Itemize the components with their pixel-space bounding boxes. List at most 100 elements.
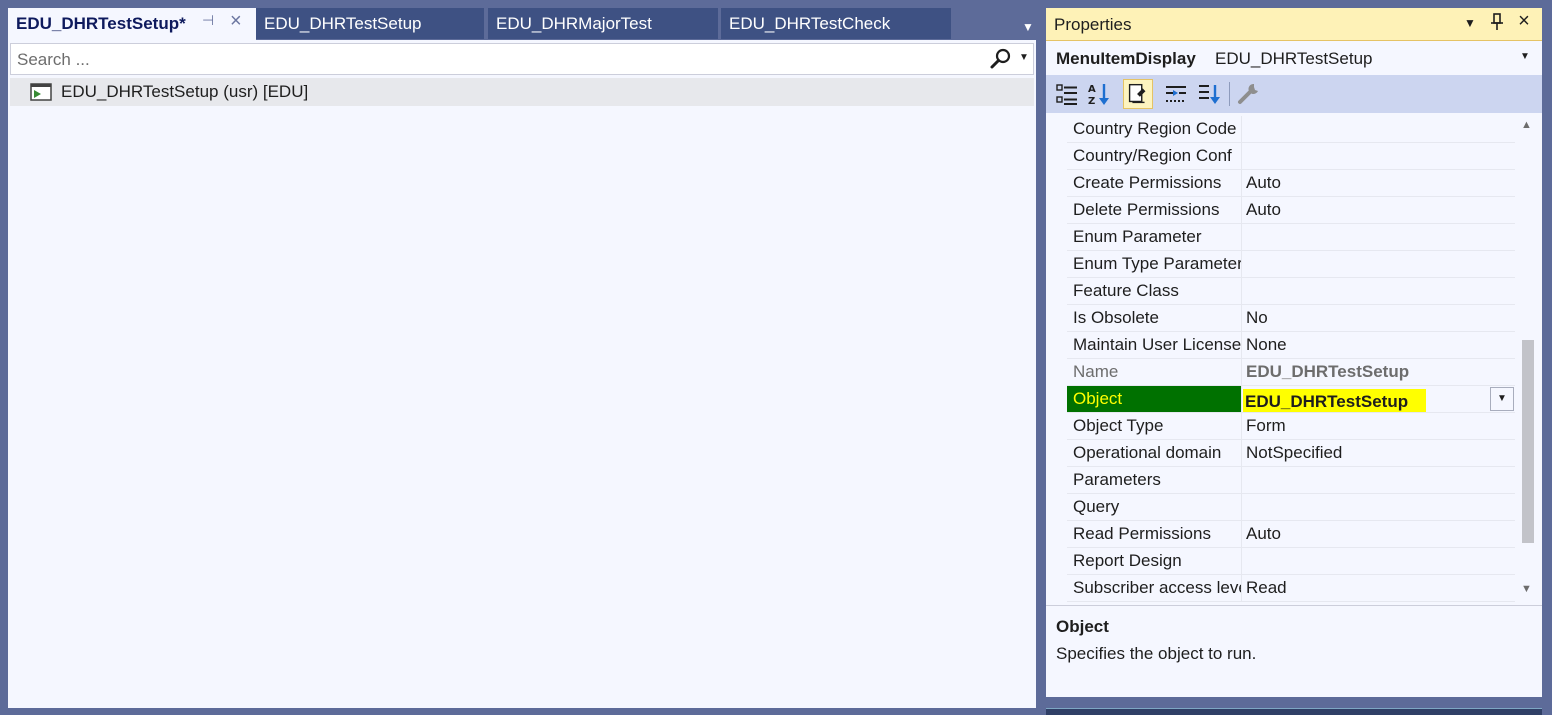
property-row[interactable]: Report Design — [1067, 548, 1515, 575]
property-name: Enum Type Parameter — [1067, 251, 1242, 277]
property-row[interactable]: Enum Parameter — [1067, 224, 1515, 251]
scroll-down-icon[interactable]: ▼ — [1521, 583, 1532, 595]
property-row[interactable]: Create Permissions Auto — [1067, 170, 1515, 197]
property-value[interactable] — [1243, 143, 1515, 169]
property-value[interactable] — [1243, 467, 1515, 493]
object-selector[interactable]: MenuItemDisplay EDU_DHRTestSetup ▼ — [1046, 41, 1542, 75]
property-row[interactable]: Delete Permissions Auto — [1067, 197, 1515, 224]
tab-label: EDU_DHRTestSetup — [264, 14, 422, 33]
property-name: Feature Class — [1067, 278, 1242, 304]
property-row[interactable]: Country/Region Conf — [1067, 143, 1515, 170]
property-name: Object Type — [1067, 413, 1242, 439]
property-row[interactable]: Maintain User License None — [1067, 332, 1515, 359]
search-options-dropdown-icon[interactable]: ▼ — [1019, 52, 1031, 66]
property-value[interactable] — [1243, 278, 1515, 304]
property-row[interactable]: Object Type Form — [1067, 413, 1515, 440]
property-value[interactable]: Auto — [1243, 197, 1515, 223]
pin-icon[interactable] — [1487, 13, 1507, 35]
chevron-down-icon: ▼ — [1497, 393, 1507, 404]
categorized-icon[interactable] — [1052, 79, 1082, 109]
svg-text:A: A — [1088, 84, 1096, 95]
close-icon[interactable]: × — [1514, 10, 1534, 32]
scroll-up-icon[interactable]: ▲ — [1521, 119, 1532, 131]
property-name: Delete Permissions — [1067, 197, 1242, 223]
property-name: Is Obsolete — [1067, 305, 1242, 331]
tab-edu-dhrmajortest[interactable]: EDU_DHRMajorTest — [488, 8, 718, 39]
property-grid: Country Region Code Country/Region Conf … — [1046, 113, 1542, 605]
property-row-object-selected[interactable]: Object EDU_DHRTestSetup ▼ — [1067, 386, 1515, 413]
property-name: Subscriber access level — [1067, 575, 1242, 601]
property-value[interactable] — [1243, 494, 1515, 520]
property-value: EDU_DHRTestSetup — [1246, 362, 1410, 381]
property-value[interactable]: EDU_DHRTestSetup — [1243, 386, 1515, 412]
element-tree: EDU_DHRTestSetup (usr) [EDU] — [10, 78, 1034, 106]
pin-icon[interactable]: ⊣ — [202, 12, 214, 29]
property-row[interactable]: Is Obsolete No — [1067, 305, 1515, 332]
property-grid-rows: Country Region Code Country/Region Conf … — [1067, 116, 1515, 602]
property-value[interactable] — [1243, 116, 1515, 142]
property-name: Query — [1067, 494, 1242, 520]
property-row[interactable]: Subscriber access level Read — [1067, 575, 1515, 602]
property-row[interactable]: Read Permissions Auto — [1067, 521, 1515, 548]
property-value[interactable] — [1243, 251, 1515, 277]
property-value[interactable]: Auto — [1243, 170, 1515, 196]
window-position-dropdown-icon[interactable]: ▼ — [1460, 16, 1480, 38]
designer-pane: ▼ EDU_DHRTestSetup (usr) [EDU] — [8, 40, 1036, 708]
property-row[interactable]: Parameters — [1067, 467, 1515, 494]
property-value[interactable] — [1243, 548, 1515, 574]
search-icon[interactable] — [989, 47, 1013, 71]
property-name: Enum Parameter — [1067, 224, 1242, 250]
property-row-name[interactable]: Name EDU_DHRTestSetup — [1067, 359, 1515, 386]
tab-label: EDU_DHRTestSetup* — [16, 14, 186, 33]
menu-item-display-icon — [30, 83, 52, 101]
chevron-down-icon[interactable]: ▼ — [1520, 51, 1530, 62]
tab-edu-dhrtestcheck[interactable]: EDU_DHRTestCheck — [721, 8, 951, 39]
toolbar-separator — [1229, 82, 1230, 106]
property-name: Create Permissions — [1067, 170, 1242, 196]
wrench-icon[interactable] — [1234, 79, 1264, 109]
search-input[interactable] — [17, 48, 977, 72]
property-value[interactable]: No — [1243, 305, 1515, 331]
document-tab-strip: EDU_DHRTestSetup* ⊣ × EDU_DHRTestSetup E… — [8, 8, 1036, 40]
tree-node-label: EDU_DHRTestSetup (usr) [EDU] — [61, 82, 309, 101]
close-icon[interactable]: × — [230, 10, 242, 33]
properties-view-icon[interactable] — [1123, 79, 1153, 109]
object-type-label: MenuItemDisplay — [1056, 49, 1196, 68]
property-value[interactable]: Read — [1243, 575, 1515, 601]
alphabetical-sort-icon[interactable]: A Z — [1084, 79, 1114, 109]
value-dropdown-button[interactable]: ▼ — [1490, 387, 1514, 411]
description-title: Object — [1056, 617, 1109, 636]
document-well: EDU_DHRTestSetup* ⊣ × EDU_DHRTestSetup E… — [8, 8, 1036, 708]
properties-title-bar: Properties ▼ × — [1046, 8, 1542, 41]
property-name: Country/Region Conf — [1067, 143, 1242, 169]
events-icon[interactable] — [1161, 79, 1191, 109]
properties-window: Properties ▼ × MenuItemDisplay EDU_DHRTe… — [1046, 8, 1542, 697]
tab-edu-dhrtestsetup[interactable]: EDU_DHRTestSetup — [256, 8, 484, 39]
property-name: Report Design — [1067, 548, 1242, 574]
property-row[interactable]: Operational domain NotSpecified — [1067, 440, 1515, 467]
docked-panel-edge — [1046, 708, 1542, 715]
properties-title: Properties — [1054, 15, 1132, 34]
property-value[interactable]: Auto — [1243, 521, 1515, 547]
property-value[interactable] — [1243, 224, 1515, 250]
property-name: Operational domain — [1067, 440, 1242, 466]
tree-node[interactable]: EDU_DHRTestSetup (usr) [EDU] — [10, 78, 1034, 106]
svg-text:Z: Z — [1088, 96, 1095, 107]
property-grid-scrollbar[interactable]: ▲ ▼ — [1518, 113, 1538, 605]
properties-toolbar: A Z — [1046, 75, 1542, 113]
property-row[interactable]: Query — [1067, 494, 1515, 521]
property-value[interactable]: NotSpecified — [1243, 440, 1515, 466]
property-value[interactable]: Form — [1243, 413, 1515, 439]
property-name: Maintain User License — [1067, 332, 1242, 358]
property-value[interactable]: None — [1243, 332, 1515, 358]
property-pages-sort-icon[interactable] — [1194, 79, 1224, 109]
tab-overflow-dropdown-icon[interactable]: ▼ — [1020, 20, 1036, 34]
property-row[interactable]: Enum Type Parameter — [1067, 251, 1515, 278]
object-name-label: EDU_DHRTestSetup — [1215, 49, 1373, 68]
tab-edu-dhrtestsetup-modified[interactable]: EDU_DHRTestSetup* ⊣ × — [8, 8, 256, 40]
scrollbar-thumb[interactable] — [1522, 340, 1534, 543]
property-row[interactable]: Country Region Code — [1067, 116, 1515, 143]
property-row[interactable]: Feature Class — [1067, 278, 1515, 305]
highlighted-value: EDU_DHRTestSetup — [1243, 389, 1427, 412]
tab-label: EDU_DHRTestCheck — [729, 14, 891, 33]
